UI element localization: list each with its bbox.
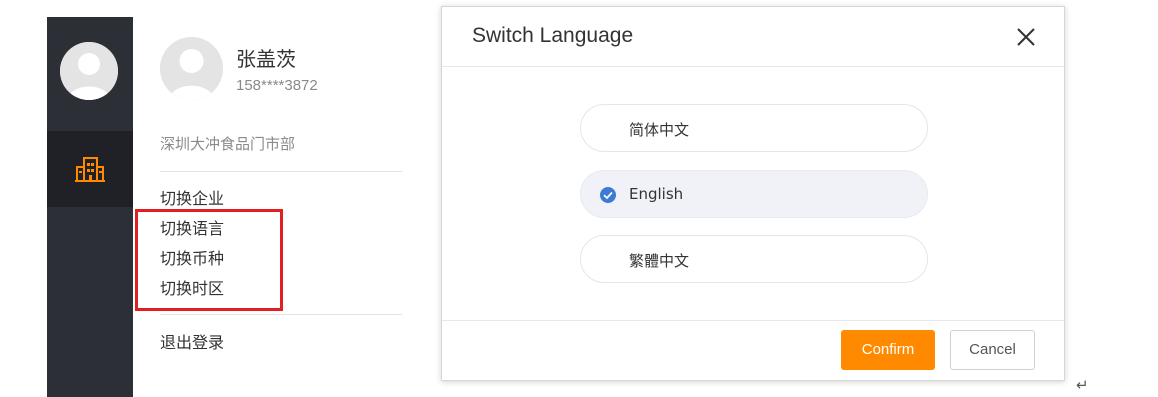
return-mark-icon: ↵ <box>1076 376 1089 394</box>
user-phone: 158****3872 <box>236 77 318 94</box>
user-avatar-icon <box>60 42 118 100</box>
dialog-footer-divider <box>442 320 1064 321</box>
user-dropdown-panel: 张盖茨 158****3872 深圳大冲食品门市部 切换企业 切换语言 切换币种… <box>133 17 433 397</box>
app-sidebar <box>47 17 133 397</box>
highlight-annotation-box <box>135 209 283 311</box>
confirm-button[interactable]: Confirm <box>841 330 935 370</box>
menu-logout[interactable]: 退出登录 <box>160 333 224 353</box>
language-option-simplified-chinese[interactable]: 简体中文 <box>580 104 928 152</box>
building-icon <box>75 157 105 182</box>
avatar <box>160 37 223 100</box>
cancel-button[interactable]: Cancel <box>950 330 1035 370</box>
dialog-title: Switch Language <box>472 24 634 47</box>
language-option-label: 繁體中文 <box>629 252 690 270</box>
close-button[interactable] <box>1012 23 1040 51</box>
menu-switch-company[interactable]: 切换企业 <box>160 189 224 209</box>
switch-language-dialog: Switch Language 简体中文 English 繁體中文 Confir… <box>441 6 1065 381</box>
close-icon <box>1017 28 1035 46</box>
screenshot-stage: 张盖茨 158****3872 深圳大冲食品门市部 切换企业 切换语言 切换币种… <box>0 0 1158 397</box>
sidebar-avatar[interactable] <box>60 42 118 100</box>
dialog-header: Switch Language <box>442 7 1064 67</box>
language-option-traditional-chinese[interactable]: 繁體中文 <box>580 235 928 283</box>
divider <box>160 171 402 172</box>
check-circle-icon <box>600 187 616 203</box>
user-avatar-icon <box>160 37 223 100</box>
language-option-english[interactable]: English <box>580 170 928 218</box>
sidebar-item-company[interactable] <box>47 131 133 207</box>
language-option-label: English <box>629 185 684 203</box>
user-name: 张盖茨 <box>236 47 296 71</box>
company-name: 深圳大冲食品门市部 <box>160 135 296 153</box>
language-option-label: 简体中文 <box>629 121 690 139</box>
divider <box>160 314 402 315</box>
